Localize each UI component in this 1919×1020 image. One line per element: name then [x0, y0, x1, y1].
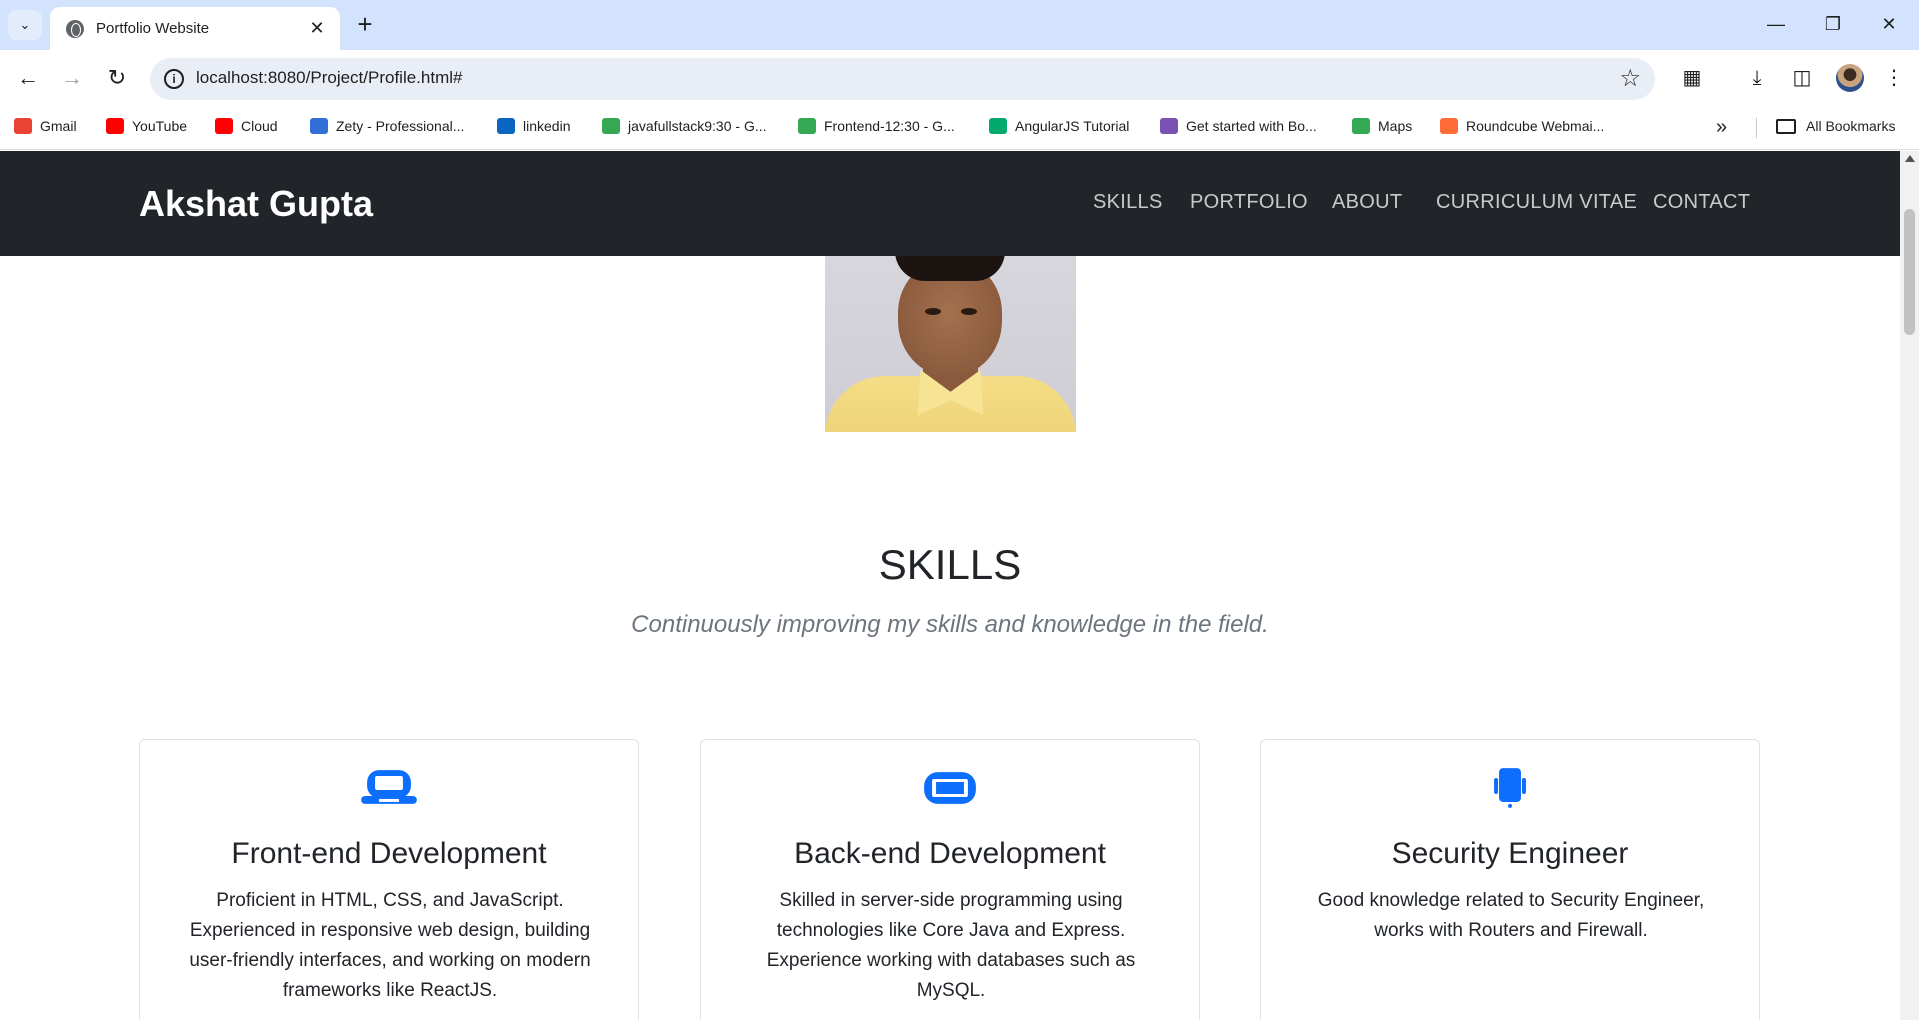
folder-icon: [1776, 118, 1796, 134]
address-bar[interactable]: i localhost:8080/Project/Profile.html# ☆: [150, 58, 1655, 100]
bookmark-item[interactable]: linkedin: [497, 118, 570, 134]
gmail-icon: [14, 118, 32, 134]
reload-icon[interactable]: ↻: [101, 62, 133, 94]
all-bookmarks-button[interactable]: All Bookmarks: [1776, 118, 1895, 134]
page-scrollbar[interactable]: [1900, 151, 1919, 1020]
card-text: Good knowledge related to Security Engin…: [1317, 890, 1705, 941]
scrollbar-thumb[interactable]: [1904, 209, 1915, 335]
card-title: Security Engineer: [1391, 837, 1629, 870]
bookmark-item[interactable]: Maps: [1352, 118, 1412, 134]
bookmarks-bar: Gmail YouTube Cloud Zety - Professional.…: [0, 106, 1919, 150]
bookmark-item[interactable]: YouTube: [106, 118, 187, 134]
card-title: Back-end Development: [794, 837, 1106, 870]
scroll-up-arrow-icon[interactable]: [1905, 155, 1915, 162]
google-drive-icon: [602, 118, 620, 134]
url-text[interactable]: localhost:8080/Project/Profile.html#: [196, 68, 462, 88]
globe-icon: [66, 19, 84, 38]
back-arrow-icon[interactable]: ←: [12, 62, 44, 94]
new-tab-plus-icon[interactable]: +: [350, 10, 380, 40]
mobile-icon: [1494, 768, 1526, 808]
bookmarks-divider: [1756, 118, 1757, 138]
bookmark-item[interactable]: Roundcube Webmai...: [1440, 118, 1604, 134]
cpanel-icon: [1440, 118, 1458, 134]
bookmark-item[interactable]: Gmail: [14, 118, 77, 134]
bookmark-item[interactable]: Cloud: [215, 118, 278, 134]
extensions-icon[interactable]: ▦: [1678, 64, 1706, 92]
browser-tab[interactable]: Portfolio Website ✕: [50, 7, 340, 50]
bookmark-item[interactable]: Get started with Bo...: [1160, 118, 1317, 134]
youtube-icon: [106, 118, 124, 134]
profile-photo: [825, 256, 1076, 432]
tab-title: Portfolio Website: [96, 20, 210, 37]
google-maps-icon: [1352, 118, 1370, 134]
bookmark-item[interactable]: Zety - Professional...: [310, 118, 464, 134]
bookmark-star-icon[interactable]: ☆: [1619, 64, 1641, 93]
site-brand[interactable]: Akshat Gupta: [139, 183, 373, 225]
bookmark-item[interactable]: javafullstack9:30 - G...: [602, 118, 767, 134]
linkedin-icon: [497, 118, 515, 134]
google-drive-icon: [798, 118, 816, 134]
skill-card-backend: Back-end Development Skilled in server-s…: [700, 739, 1200, 1020]
youtube-icon: [215, 118, 233, 134]
skills-heading: SKILLS: [878, 541, 1022, 588]
tab-close-icon[interactable]: ✕: [306, 18, 328, 39]
side-panel-icon[interactable]: ◫: [1788, 64, 1816, 92]
skills-subtitle: Continuously improving my skills and kno…: [631, 611, 1269, 638]
nav-link-skills[interactable]: SKILLS: [1093, 191, 1163, 214]
site-info-icon[interactable]: i: [164, 69, 184, 89]
minimize-icon[interactable]: —: [1753, 10, 1799, 38]
server-icon: [924, 772, 976, 804]
nav-link-about[interactable]: ABOUT: [1332, 191, 1402, 214]
profile-avatar[interactable]: [1836, 64, 1864, 92]
bootstrap-icon: [1160, 118, 1178, 134]
skill-card-frontend: Front-end Development Proficient in HTML…: [139, 739, 639, 1020]
w3schools-icon: [989, 118, 1007, 134]
nav-link-contact[interactable]: CONTACT: [1653, 191, 1750, 214]
page-viewport: Akshat Gupta SKILLS PORTFOLIO ABOUT CURR…: [0, 151, 1900, 1020]
window-close-icon[interactable]: ✕: [1866, 10, 1912, 38]
download-icon[interactable]: ⤓: [1743, 64, 1771, 92]
card-title: Front-end Development: [231, 837, 547, 870]
site-navbar: Akshat Gupta SKILLS PORTFOLIO ABOUT CURR…: [0, 151, 1900, 256]
bookmark-item[interactable]: AngularJS Tutorial: [989, 118, 1129, 134]
nav-link-portfolio[interactable]: PORTFOLIO: [1190, 191, 1308, 214]
card-text: Skilled in server-side programming using…: [766, 890, 1136, 1001]
laptop-icon: [361, 770, 417, 804]
zety-icon: [310, 118, 328, 134]
bookmarks-overflow-icon[interactable]: »: [1716, 116, 1727, 139]
bookmark-item[interactable]: Frontend-12:30 - G...: [798, 118, 955, 134]
menu-kebab-icon[interactable]: ⋮: [1880, 64, 1908, 92]
skill-card-security: Security Engineer Good knowledge related…: [1260, 739, 1760, 1020]
restore-icon[interactable]: ❐: [1810, 10, 1856, 38]
tab-search-chevron-icon[interactable]: ⌄: [8, 10, 42, 40]
browser-tab-bar: ⌄ Portfolio Website ✕ + — ❐ ✕: [0, 0, 1919, 50]
card-text: Proficient in HTML, CSS, and JavaScript.…: [189, 890, 591, 1001]
forward-arrow-icon[interactable]: →: [56, 62, 88, 94]
nav-link-curriculum-vitae[interactable]: CURRICULUM VITAE: [1436, 191, 1637, 214]
